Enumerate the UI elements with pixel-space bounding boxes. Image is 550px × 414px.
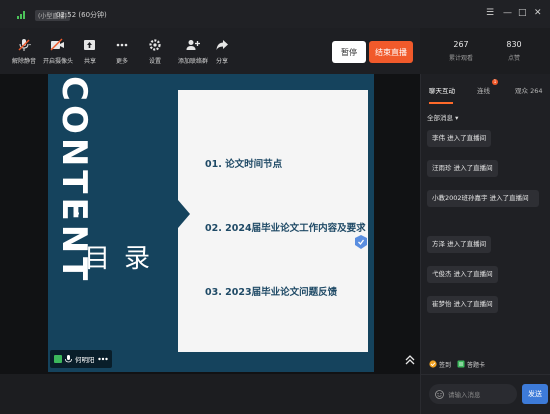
- checkin-button[interactable]: 签到: [429, 358, 451, 370]
- chat-input[interactable]: 请输入消息: [429, 384, 517, 404]
- filter-label: 全部消息: [427, 114, 453, 122]
- chat-message: 汪雨珍 进入了直播间: [427, 160, 498, 177]
- presenter-tag: 何明阳: [50, 350, 112, 368]
- share-button[interactable]: 分享: [204, 38, 240, 65]
- share-screen-button[interactable]: 共享: [72, 38, 108, 65]
- bottom-strip: [0, 374, 420, 414]
- mic-indicator-icon: [65, 354, 72, 362]
- share-label: 分享: [215, 58, 228, 65]
- slide-panel-notch: [178, 200, 190, 228]
- tab-connect[interactable]: 连线: [477, 85, 490, 95]
- right-panel: 聊天互动 连线 观众 264 全部消息 ▾ 李伟 进入了直播间 汪雨珍 进入了直…: [420, 74, 550, 414]
- total-viewers-value: 267: [453, 40, 469, 49]
- chat-message: 小教2002班孙嘉宇 进入了直播间: [427, 190, 539, 207]
- title-bar: (小型直播) 02:52 (60分钟) ☰ — □ ✕: [0, 0, 550, 28]
- likes-value: 830: [506, 40, 522, 49]
- slide-item-3: 03. 2023届毕业论文问题反馈: [205, 287, 338, 298]
- tab-audience[interactable]: 观众 264: [515, 85, 542, 95]
- menu-icon[interactable]: ☰: [486, 8, 494, 18]
- more-label: 更多: [115, 58, 128, 65]
- signal-icon: [17, 11, 27, 19]
- likes-caption: 点赞: [507, 55, 520, 62]
- emoji-icon[interactable]: [435, 389, 444, 399]
- live-duration: 02:52 (60分钟): [56, 11, 107, 19]
- more-icon: [104, 38, 140, 52]
- camera-indicator-icon: [54, 355, 62, 363]
- share-screen-icon: [72, 38, 108, 52]
- pause-button[interactable]: 暂停: [332, 41, 366, 63]
- more-icon[interactable]: [97, 357, 108, 361]
- camera-label: 开启摄像头: [42, 58, 73, 65]
- chat-message: 方泽 进入了直播间: [427, 236, 492, 253]
- answer-card-button[interactable]: 答题卡: [457, 358, 485, 370]
- panel-tabs: 聊天互动 连线 观众 264: [421, 82, 550, 104]
- answer-card-icon: [457, 360, 465, 368]
- slide-item-2: 02. 2024届毕业论文工作内容及要求: [205, 223, 366, 234]
- chat-message: 李伟 进入了直播间: [427, 130, 492, 147]
- shared-slide: CONTENT 目录 01. 论文时间节点 02. 2024届毕业论文工作内容及…: [48, 74, 374, 372]
- share-icon: [204, 38, 240, 52]
- slide-dot: [76, 212, 79, 215]
- share-screen-label: 共享: [83, 58, 96, 65]
- checkin-icon: [429, 360, 437, 368]
- likes-stat: 830 点赞: [484, 40, 544, 62]
- mic-muted-icon: [6, 38, 42, 52]
- settings-label: 设置: [148, 58, 161, 65]
- total-viewers-stat: 267 累计观看: [431, 40, 491, 62]
- slide-item-1: 01. 论文时间节点: [205, 159, 283, 170]
- tab-chat[interactable]: 聊天互动: [429, 85, 455, 95]
- send-button[interactable]: 发送: [522, 384, 548, 404]
- total-viewers-caption: 累计观看: [448, 55, 473, 62]
- active-tab-underline: [429, 102, 453, 104]
- message-filter[interactable]: 全部消息 ▾: [427, 112, 458, 122]
- unmute-label: 解除静音: [11, 58, 36, 65]
- maximize-icon[interactable]: □: [518, 8, 527, 18]
- collapse-toggle-icon[interactable]: [404, 351, 416, 365]
- live-app-window: (小型直播) 02:52 (60分钟) ☰ — □ ✕ 解除静音 开启摄像头 共…: [0, 0, 550, 414]
- connect-badge: 1: [492, 79, 498, 85]
- chat-message: 崔梦怡 进入了直播间: [427, 296, 498, 313]
- minimize-icon[interactable]: —: [503, 8, 512, 18]
- presenter-name: 何明阳: [75, 356, 95, 364]
- settings-button[interactable]: 设置: [137, 38, 173, 65]
- shield-icon: [354, 234, 368, 250]
- unmute-button[interactable]: 解除静音: [6, 38, 42, 65]
- camera-button[interactable]: 开启摄像头: [40, 38, 76, 65]
- close-icon[interactable]: ✕: [534, 8, 542, 18]
- checkin-label: 签到: [439, 361, 452, 369]
- end-live-button[interactable]: 结束直播: [369, 41, 413, 63]
- chat-input-placeholder: 请输入消息: [448, 391, 481, 399]
- gear-icon: [137, 38, 173, 52]
- more-button[interactable]: 更多: [104, 38, 140, 65]
- answer-card-label: 答题卡: [467, 361, 486, 369]
- chat-message: 弋俊杰 进入了直播间: [427, 266, 498, 283]
- panel-divider: [421, 374, 550, 375]
- chevron-down-icon: ▾: [455, 114, 459, 122]
- slide-heading: 目录: [84, 244, 165, 274]
- camera-off-icon: [40, 38, 76, 52]
